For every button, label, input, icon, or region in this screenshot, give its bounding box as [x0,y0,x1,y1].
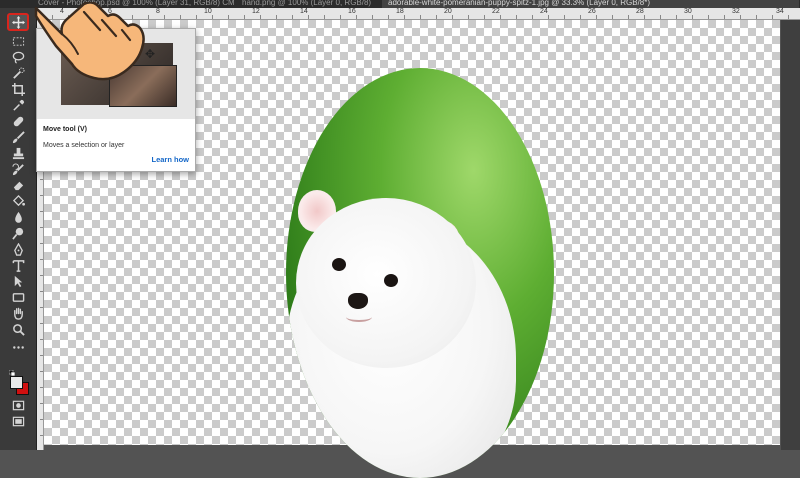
puppy-eye-right [384,274,398,287]
puppy-eye-left [332,258,346,271]
ruler-label: 14 [300,8,308,15]
lasso-tool-icon[interactable] [9,50,27,64]
ruler-horizontal[interactable]: 4 6 8 10 12 14 16 18 20 22 24 26 28 30 3… [36,8,800,20]
eraser-tool-icon[interactable] [9,178,27,192]
puppy-mouth [346,312,372,322]
brush-tool-icon[interactable] [9,130,27,144]
ruler-label: 8 [156,8,160,15]
ruler-label: 34 [776,8,784,15]
ruler-label: 32 [732,8,740,15]
history-brush-tool-icon[interactable] [9,162,27,176]
tab-hand[interactable]: hand.png @ 100% (Layer 0, RGB/8) [236,0,388,8]
puppy-photo-layer[interactable] [286,68,554,478]
tooltip-title: Move tool (V) [43,126,87,133]
ruler-label: 28 [636,8,644,15]
vertical-scrollbar[interactable] [781,20,800,450]
type-tool-icon[interactable] [9,258,27,272]
pointing-hand-icon [34,2,145,81]
ruler-label: 12 [252,8,260,15]
marquee-tool-icon[interactable] [9,34,27,48]
screen-mode-icon[interactable] [9,414,27,428]
tooltip-description: Moves a selection or layer [43,142,125,149]
learn-how-link[interactable]: Learn how [151,155,189,164]
move-arrows-icon [11,15,25,29]
ruler-label: 22 [492,8,500,15]
zoom-tool-icon[interactable] [9,322,27,336]
hand-tool-icon[interactable] [9,306,27,320]
ruler-label: 10 [204,8,212,15]
ruler-label: 24 [540,8,548,15]
crop-tool-icon[interactable] [9,82,27,96]
blur-tool-icon[interactable] [9,210,27,224]
puppy-nose [348,293,368,309]
default-colors-icon[interactable] [8,363,16,377]
move-tool-icon[interactable] [7,13,29,31]
tab-puppy[interactable]: adorable-white-pomeranian-puppy-spitz-1.… [382,0,799,8]
dodge-tool-icon[interactable] [9,226,27,240]
ruler-label: 30 [684,8,692,15]
healing-brush-tool-icon[interactable] [9,114,27,128]
quick-select-tool-icon[interactable] [9,66,27,80]
clone-stamp-tool-icon[interactable] [9,146,27,160]
rectangle-tool-icon[interactable] [9,290,27,304]
path-select-tool-icon[interactable] [9,274,27,288]
ruler-label: 20 [444,8,452,15]
ruler-label: 18 [396,8,404,15]
ruler-label: 26 [588,8,596,15]
more-tools-icon[interactable] [9,340,27,354]
quick-mask-icon[interactable] [9,398,27,412]
foreground-color-swatch[interactable] [10,376,23,389]
ruler-label: 16 [348,8,356,15]
paint-bucket-tool-icon[interactable] [9,194,27,208]
eyedropper-tool-icon[interactable] [9,98,27,112]
pen-tool-icon[interactable] [9,242,27,256]
